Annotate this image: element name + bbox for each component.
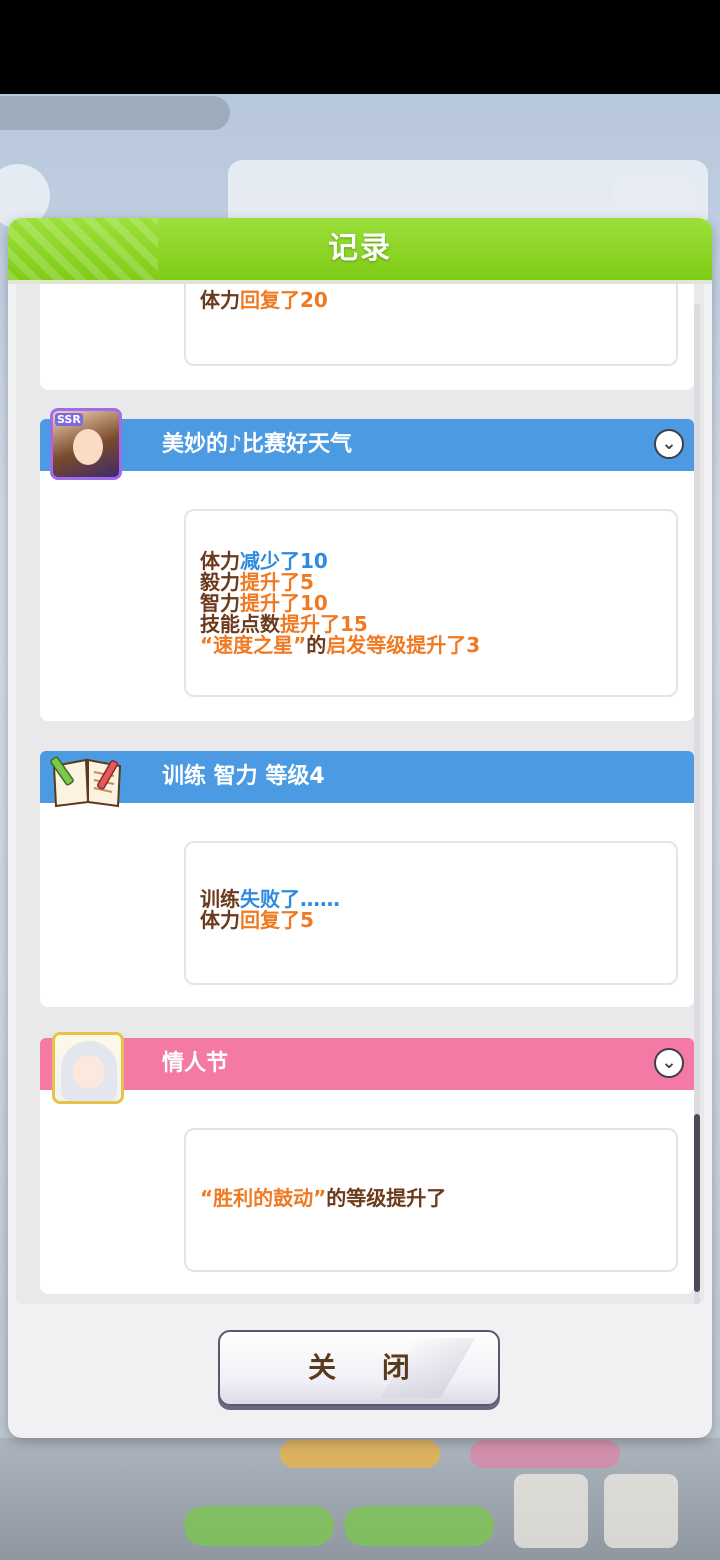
background-menu-tile — [514, 1474, 588, 1548]
background-green-button — [184, 1506, 334, 1546]
log-line: 毅力提升了5 — [200, 572, 480, 593]
log-text-segment: 回复了20 — [240, 288, 328, 312]
close-button[interactable]: 关 闭 — [218, 1330, 500, 1406]
character-face — [73, 429, 103, 465]
log-text-segment: “胜利的鼓动” — [200, 1186, 327, 1210]
log-entry-header: 训练 智力 等级4 — [40, 751, 694, 803]
log-text: 训练失败了…… 体力回复了5 — [200, 889, 340, 931]
log-entry-header[interactable]: 美妙的♪比赛好天气 ⌄ — [40, 419, 694, 471]
log-entry-card: 体力回复了20 — [40, 284, 694, 390]
log-text-segment: 体力 — [200, 908, 240, 932]
log-text-box: 体力减少了10 毅力提升了5 智力提升了10 技能点数提升了15 “速度之星”的… — [184, 509, 678, 697]
background-button — [612, 176, 696, 212]
status-bar — [0, 0, 720, 94]
dialog-header: 记录 — [8, 218, 712, 280]
log-entry-title: 情人节 — [162, 1051, 229, 1076]
log-text-segment: 回复了5 — [240, 908, 314, 932]
character-portrait-icon — [52, 1032, 124, 1104]
log-line: “胜利的鼓动”的等级提升了 — [200, 1188, 446, 1209]
log-entry-title: 美妙的♪比赛好天气 — [162, 432, 353, 457]
training-book-icon — [50, 756, 122, 808]
chevron-down-icon[interactable]: ⌄ — [654, 1048, 684, 1078]
background-pink-button — [470, 1440, 620, 1468]
log-text: 体力减少了10 毅力提升了5 智力提升了10 技能点数提升了15 “速度之星”的… — [200, 551, 480, 656]
log-text-segment: “速度之星” — [200, 633, 307, 657]
log-line: 技能点数提升了15 — [200, 614, 480, 635]
log-line: “速度之星”的启发等级提升了3 — [200, 635, 480, 656]
log-line: 体力回复了20 — [200, 290, 328, 311]
log-text-segment: 的等级提升了 — [326, 1186, 447, 1210]
background-yellow-button — [280, 1440, 440, 1468]
log-text-box: 体力回复了20 — [184, 284, 678, 366]
log-entry-card: 情人节 ⌄ “胜利的鼓动”的等级提升了 — [40, 1038, 694, 1294]
scrollbar-thumb[interactable] — [694, 1114, 700, 1292]
background-menu-tile — [604, 1474, 678, 1548]
background-top-bar — [0, 96, 230, 130]
log-text-segment: 的 — [306, 633, 327, 657]
close-button-label: 关 闭 — [308, 1351, 428, 1384]
background-green-button — [344, 1506, 494, 1546]
chevron-down-icon[interactable]: ⌄ — [654, 429, 684, 459]
log-entry-card: 训练 智力 等级4 训练失败了…… 体力回复了5 — [40, 751, 694, 1007]
dialog-title: 记录 — [328, 231, 392, 266]
log-line: 体力减少了10 — [200, 551, 480, 572]
log-text-segment: 启发等级提升了3 — [326, 633, 481, 657]
log-line: 体力回复了5 — [200, 910, 340, 931]
log-text-box: 训练失败了…… 体力回复了5 — [184, 841, 678, 985]
log-text-segment: 体力 — [200, 288, 240, 312]
log-entry-card: 美妙的♪比赛好天气 ⌄ 体力减少了10 毅力提升了5 智力提升了10 技能点数提… — [40, 419, 694, 721]
log-dialog: 记录 体力回复了20 美妙的♪比赛好天气 ⌄ 体力减少了10 毅力提升了5 智力… — [8, 218, 712, 1438]
ssr-badge: SSR — [55, 413, 83, 426]
log-entry-title: 训练 智力 等级4 — [162, 764, 325, 789]
log-text: “胜利的鼓动”的等级提升了 — [200, 1188, 446, 1209]
log-text: 体力回复了20 — [200, 290, 328, 311]
log-line: 智力提升了10 — [200, 593, 480, 614]
log-entry-header[interactable]: 情人节 ⌄ — [40, 1038, 694, 1090]
support-card-portrait-icon: SSR — [50, 408, 122, 480]
log-line: 训练失败了…… — [200, 889, 340, 910]
log-text-box: “胜利的鼓动”的等级提升了 — [184, 1128, 678, 1272]
character-face — [73, 1055, 105, 1089]
